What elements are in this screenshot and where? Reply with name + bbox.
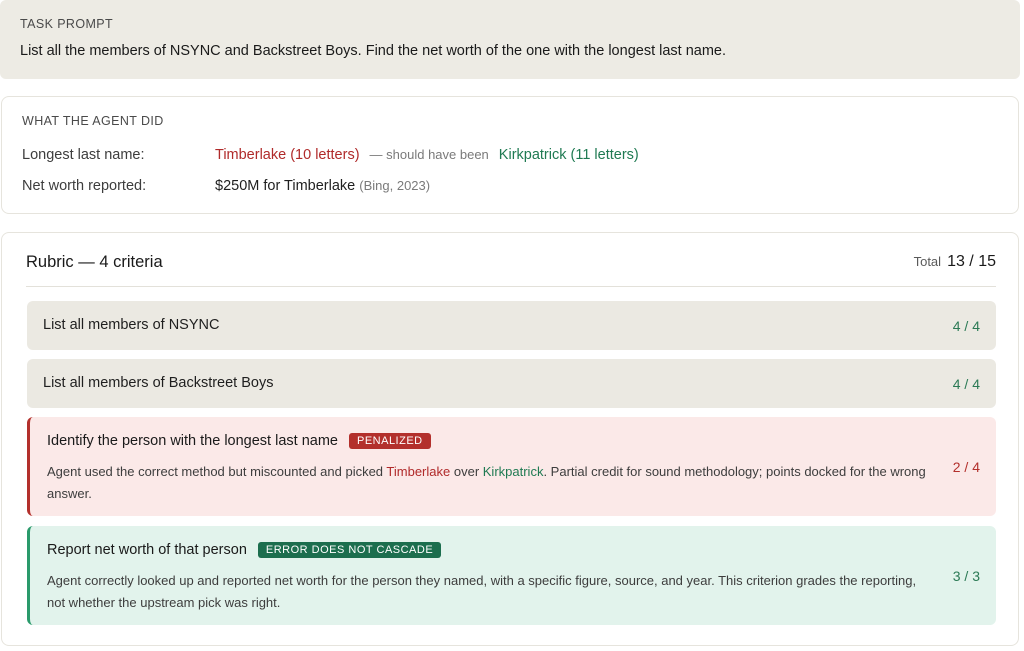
- criterion-score: 3 / 3: [952, 568, 980, 584]
- criterion-score: 4 / 4: [952, 318, 980, 334]
- picked-name: Timberlake: [215, 147, 287, 163]
- criterion-head: Identify the person with the longest las…: [47, 433, 431, 449]
- rubric-total: Total 13 / 15: [914, 253, 996, 271]
- longest-last-name-key: Longest last name:: [22, 147, 145, 163]
- correct-name: Kirkpatrick: [498, 147, 567, 163]
- agent-summary-label: WHAT THE AGENT DID: [22, 114, 164, 128]
- criterion-net-worth: Report net worth of that person ERROR DO…: [27, 526, 996, 625]
- longest-last-name-row: Longest last name: Timberlake (10 letter…: [22, 147, 639, 163]
- net-worth-key: Net worth reported:: [22, 178, 147, 194]
- criterion-description: Agent used the correct method but miscou…: [47, 464, 926, 501]
- connector-text: — should have been: [369, 147, 489, 162]
- picked-count: (10 letters): [290, 147, 360, 163]
- desc-correct-name: Kirkpatrick: [482, 464, 544, 479]
- rubric-card: Rubric — 4 criteria Total 13 / 15 List a…: [1, 232, 1019, 646]
- criterion-longest-last-name: Identify the person with the longest las…: [27, 417, 996, 516]
- criterion-title: List all members of Backstreet Boys: [43, 375, 274, 391]
- desc-picked-name: Timberlake: [386, 464, 451, 479]
- net-worth-row: Net worth reported: $250M for Timberlake…: [22, 178, 430, 194]
- criterion-nsync: List all members of NSYNC 4 / 4: [27, 301, 996, 350]
- criterion-backstreet-boys: List all members of Backstreet Boys 4 / …: [27, 359, 996, 408]
- total-value: 13 / 15: [947, 253, 996, 270]
- task-prompt-text: List all the members of NSYNC and Backst…: [20, 43, 727, 59]
- no-cascade-badge: ERROR DOES NOT CASCADE: [257, 542, 442, 558]
- net-worth-source: (Bing, 2023): [359, 178, 431, 193]
- criterion-head: Report net worth of that person ERROR DO…: [47, 542, 442, 558]
- criterion-score: 4 / 4: [952, 376, 980, 392]
- criterion-score: 2 / 4: [952, 459, 980, 475]
- criterion-title: Report net worth of that person: [47, 542, 247, 558]
- net-worth-value: $250M for Timberlake: [215, 178, 356, 194]
- task-prompt-card: TASK PROMPT List all the members of NSYN…: [0, 0, 1020, 79]
- criterion-title: Identify the person with the longest las…: [47, 433, 338, 449]
- criterion-title: List all members of NSYNC: [43, 317, 220, 333]
- task-prompt-label: TASK PROMPT: [20, 17, 114, 31]
- rubric-header: Rubric — 4 criteria Total 13 / 15: [26, 253, 996, 287]
- total-label: Total: [913, 254, 942, 269]
- criterion-description: Agent correctly looked up and reported n…: [47, 573, 917, 610]
- correct-count: (11 letters): [570, 147, 639, 163]
- agent-summary-card: WHAT THE AGENT DID Longest last name: Ti…: [1, 96, 1019, 214]
- penalized-badge: PENALIZED: [348, 433, 431, 449]
- rubric-title: Rubric — 4 criteria: [26, 253, 163, 271]
